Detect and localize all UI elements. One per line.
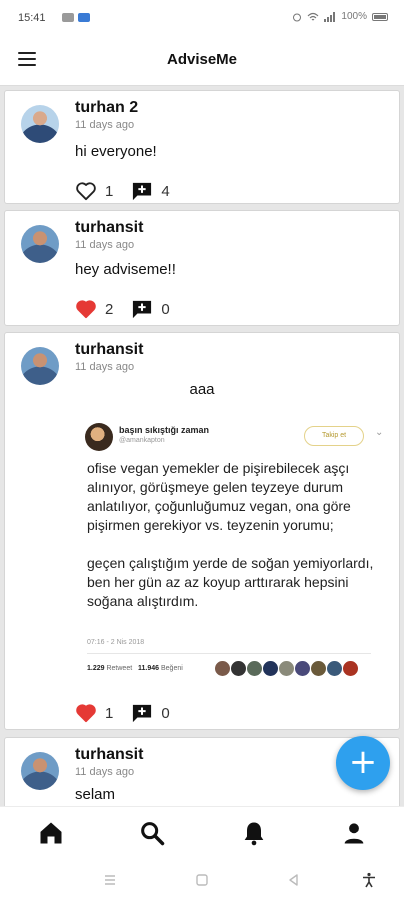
liker-avatar — [247, 661, 262, 676]
tweet-paragraph: ofise vegan yemekler de pişirebilecek aş… — [87, 460, 351, 533]
liker-avatar — [295, 661, 310, 676]
chevron-down-icon[interactable]: ⌄ — [375, 427, 383, 438]
comment-icon[interactable] — [131, 181, 153, 201]
like-count: 1 — [105, 704, 114, 722]
liker-avatar — [231, 661, 246, 676]
post-card[interactable]: turhan 2 11 days ago hi everyone! 1 4 — [4, 90, 400, 204]
retweet-count: 1.229 — [87, 665, 105, 672]
tweet-like-label: Beğeni — [161, 665, 183, 672]
tweet-stats: 1.229 Retweet 11.946 Beğeni — [87, 665, 183, 672]
app-notification-icon — [78, 13, 90, 22]
comment-count: 4 — [161, 182, 170, 200]
system-nav — [0, 860, 404, 900]
post-username[interactable]: turhansit — [75, 746, 143, 764]
accessibility-icon[interactable] — [361, 872, 377, 888]
post-username[interactable]: turhansit — [75, 341, 143, 359]
liker-avatar — [311, 661, 326, 676]
gallery-notification-icon — [62, 13, 74, 22]
avatar[interactable] — [21, 347, 59, 385]
battery-percent: 100% — [341, 11, 367, 22]
recent-apps-icon[interactable] — [102, 872, 118, 888]
liker-avatar — [279, 661, 294, 676]
avatar[interactable] — [21, 105, 59, 143]
avatar[interactable] — [21, 225, 59, 263]
post-time: 11 days ago — [75, 766, 135, 778]
tweet-body: ofise vegan yemekler de pişirebilecek aş… — [87, 459, 387, 611]
heart-icon[interactable] — [75, 703, 97, 723]
comment-icon[interactable] — [131, 703, 153, 723]
post-text: selam — [75, 786, 116, 803]
tweet-author-name: başın sıkıştığı zaman — [119, 425, 210, 435]
post-text: hi everyone! — [75, 143, 157, 160]
tweet-date: 07:16 - 2 Nis 2018 — [87, 639, 145, 646]
post-card[interactable]: turhansit 11 days ago aaa başın sıkıştığ… — [4, 332, 400, 730]
liker-avatar — [263, 661, 278, 676]
post-time: 11 days ago — [75, 239, 135, 251]
home-icon[interactable] — [37, 819, 65, 847]
retweet-label: Retweet — [106, 665, 133, 672]
app-title: AdviseMe — [166, 51, 238, 68]
home-button-icon[interactable] — [194, 872, 210, 888]
post-time: 11 days ago — [75, 119, 135, 131]
post-text: aaa — [189, 381, 215, 398]
post-actions: 1 4 — [75, 181, 188, 201]
divider — [87, 653, 371, 654]
liker-avatar — [215, 661, 230, 676]
heart-icon[interactable] — [75, 299, 97, 319]
post-actions: 1 0 — [75, 703, 188, 723]
tweet-avatar — [85, 423, 113, 451]
signal-icon — [324, 11, 336, 22]
alarm-icon — [293, 13, 302, 21]
battery-icon — [372, 12, 388, 21]
post-text: hey adviseme!! — [75, 261, 176, 278]
app-bar: AdviseMe — [0, 34, 404, 86]
status-time: 15:41 — [18, 12, 46, 24]
search-icon[interactable] — [138, 819, 166, 847]
liker-avatar — [327, 661, 342, 676]
status-bar: 15:41 100% — [0, 0, 404, 34]
bell-icon[interactable] — [240, 819, 268, 847]
post-time: 11 days ago — [75, 361, 135, 373]
post-card[interactable]: turhansit 11 days ago hey adviseme!! 2 0 — [4, 210, 400, 326]
post-username[interactable]: turhan 2 — [75, 99, 138, 117]
wifi-icon — [307, 12, 319, 20]
comment-icon[interactable] — [131, 299, 153, 319]
like-count: 1 — [105, 182, 114, 200]
post-actions: 2 0 — [75, 299, 188, 319]
comment-count: 0 — [161, 704, 170, 722]
status-right: 100% — [292, 11, 388, 22]
tweet-like-count: 11.946 — [138, 665, 160, 672]
follow-button[interactable]: Takip et — [304, 426, 364, 446]
tweet-paragraph: geçen çalıştığım yerde de soğan yemiyorl… — [87, 555, 374, 609]
comment-count: 0 — [161, 300, 170, 318]
post-username[interactable]: turhansit — [75, 219, 143, 237]
avatar[interactable] — [21, 752, 59, 790]
post-feed[interactable]: turhan 2 11 days ago hi everyone! 1 4 tu… — [0, 86, 404, 806]
heart-icon[interactable] — [75, 181, 97, 201]
back-icon[interactable] — [286, 872, 302, 888]
notification-icons — [62, 13, 90, 22]
liker-avatars — [215, 661, 358, 676]
tweet-author-handle: @amankapton — [119, 437, 165, 444]
person-icon[interactable] — [340, 819, 368, 847]
liker-avatar — [343, 661, 358, 676]
embedded-tweet[interactable]: başın sıkıştığı zaman @amankapton Takip … — [77, 413, 391, 693]
like-count: 2 — [105, 300, 114, 318]
add-post-button[interactable]: + — [336, 736, 390, 790]
bottom-nav — [0, 806, 404, 860]
